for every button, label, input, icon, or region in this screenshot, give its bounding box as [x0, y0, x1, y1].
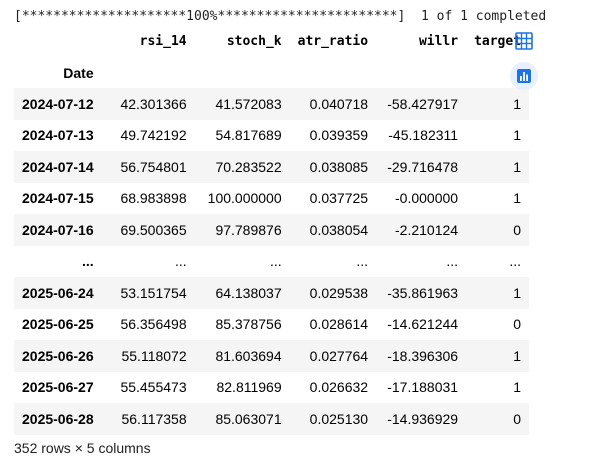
cell-target: 1 [513, 158, 522, 175]
index-name-label: Date [63, 65, 94, 81]
cell-ellipsis: ... [446, 253, 459, 270]
cell-atr-ratio: 0.038085 [309, 158, 369, 175]
cell-willr: -17.188031 [387, 379, 459, 396]
cell-rsi-14: 56.356498 [120, 316, 187, 333]
table-row: 2025-06-25 56.356498 85.378756 0.028614 … [14, 309, 529, 341]
cell-stoch-k: 82.811969 [216, 379, 282, 396]
cell-willr: -29.716478 [387, 158, 459, 175]
column-header-stoch-k: stoch_k [226, 33, 282, 49]
row-index-date: 2025-06-26 [22, 347, 94, 364]
cell-stoch-k: 64.138037 [215, 284, 282, 301]
cell-target: 1 [513, 379, 522, 396]
cell-ellipsis: ... [174, 253, 187, 270]
cell-stoch-k: 54.817689 [215, 127, 282, 144]
empty-header-cell [195, 58, 290, 88]
corner-header [14, 24, 102, 58]
column-header-willr: willr [418, 33, 459, 49]
cell-atr-ratio: 0.029538 [309, 284, 369, 301]
convert-to-interactive-table-button[interactable] [510, 27, 538, 55]
cell-target: 1 [513, 190, 522, 207]
cell-rsi-14: 42.301366 [120, 95, 187, 112]
table-icon [515, 32, 533, 50]
cell-rsi-14: 68.983898 [120, 190, 187, 207]
cell-atr-ratio: 0.028614 [309, 316, 369, 333]
dataframe-shape-text: 352 rows × 5 columns [14, 440, 151, 456]
cell-stoch-k: 70.283522 [215, 158, 282, 175]
cell-stoch-k: 85.378756 [215, 316, 282, 333]
cell-rsi-14: 53.151754 [120, 284, 187, 301]
cell-target: 0 [513, 316, 522, 333]
cell-willr: -18.396306 [387, 347, 459, 364]
index-name-row: Date [14, 58, 529, 88]
cell-target: 0 [513, 410, 522, 427]
download-progress-text: [*********************100%**************… [14, 9, 547, 24]
ellipsis-row: ... ... ... ... ... ... [14, 246, 529, 278]
cell-stoch-k: 81.603694 [215, 347, 282, 364]
cell-rsi-14: 55.118072 [121, 347, 187, 364]
cell-target: 1 [513, 284, 522, 301]
empty-header-cell [102, 58, 195, 88]
cell-willr: -45.182311 [388, 127, 459, 144]
table-row: 2025-06-24 53.151754 64.138037 0.029538 … [14, 277, 530, 309]
cell-willr: -2.210124 [395, 221, 459, 238]
row-index-date: 2024-07-12 [22, 95, 94, 112]
cell-atr-ratio: 0.026632 [309, 379, 369, 396]
cell-atr-ratio: 0.025130 [309, 410, 369, 427]
cell-target: 1 [513, 347, 522, 364]
row-index-ellipsis: ... [81, 253, 94, 270]
column-header-atr-ratio: atr_ratio [297, 33, 369, 49]
cell-ellipsis: ... [509, 253, 522, 270]
cell-willr: -0.000000 [395, 190, 459, 207]
row-index-date: 2024-07-15 [22, 190, 94, 207]
cell-rsi-14: 56.117358 [121, 410, 187, 427]
cell-stoch-k: 41.572083 [215, 95, 282, 112]
row-index-date: 2025-06-27 [22, 379, 94, 396]
cell-willr: -58.427917 [387, 95, 459, 112]
cell-rsi-14: 56.754801 [120, 158, 187, 175]
row-index-date: 2024-07-14 [22, 158, 94, 175]
suggest-charts-button[interactable] [510, 62, 538, 90]
notebook-output-cell: [*********************100%**************… [0, 0, 592, 467]
cell-target: 1 [513, 95, 522, 112]
cell-willr: -14.621244 [387, 316, 459, 333]
empty-header-cell [290, 58, 376, 88]
cell-rsi-14: 69.500365 [120, 221, 187, 238]
cell-stoch-k: 97.789876 [215, 221, 282, 238]
table-row: 2024-07-15 68.983898 100.000000 0.037725… [14, 183, 529, 215]
cell-willr: -14.936929 [387, 410, 459, 427]
row-index-date: 2025-06-25 [22, 316, 94, 333]
table-row: 2024-07-13 49.742192 54.817689 0.039359 … [14, 120, 529, 152]
row-index-date: 2024-07-13 [22, 127, 94, 144]
table-row: 2025-06-27 55.455473 82.811969 0.026632 … [14, 372, 529, 404]
cell-atr-ratio: 0.039359 [309, 127, 369, 144]
row-index-date: 2024-07-16 [22, 221, 94, 238]
row-index-date: 2025-06-24 [22, 284, 94, 301]
cell-willr: -35.861963 [387, 284, 459, 301]
column-header-row: rsi_14 stoch_k atr_ratio willr target [14, 24, 529, 58]
cell-stoch-k: 100.000000 [207, 190, 282, 207]
cell-atr-ratio: 0.038054 [309, 221, 369, 238]
cell-atr-ratio: 0.027764 [309, 347, 369, 364]
bar-chart-icon [517, 69, 531, 83]
table-row: 2024-07-16 69.500365 97.789876 0.038054 … [14, 214, 530, 246]
cell-atr-ratio: 0.040718 [309, 95, 369, 112]
table-row: 2024-07-12 42.301366 41.572083 0.040718 … [14, 88, 530, 120]
cell-stoch-k: 85.063071 [215, 410, 282, 427]
cell-ellipsis: ... [356, 253, 369, 270]
cell-ellipsis: ... [269, 253, 282, 270]
table-row: 2025-06-26 55.118072 81.603694 0.027764 … [14, 340, 530, 372]
table-row: 2025-06-28 56.117358 85.063071 0.025130 … [14, 403, 530, 435]
cell-rsi-14: 49.742192 [120, 127, 187, 144]
column-header-rsi-14: rsi_14 [139, 33, 187, 49]
cell-target: 1 [513, 127, 522, 144]
cell-rsi-14: 55.455473 [120, 379, 187, 396]
table-row: 2024-07-14 56.754801 70.283522 0.038085 … [14, 151, 530, 183]
cell-atr-ratio: 0.037725 [309, 190, 369, 207]
row-index-date: 2025-06-28 [22, 410, 94, 427]
cell-target: 0 [513, 221, 522, 238]
dataframe-table: rsi_14 stoch_k atr_ratio willr target Da… [14, 24, 530, 435]
empty-header-cell [376, 58, 466, 88]
